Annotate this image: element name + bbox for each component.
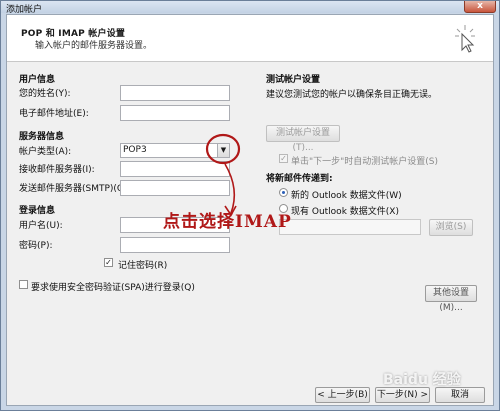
data-file-path-field[interactable] bbox=[279, 219, 421, 235]
new-data-file-radio[interactable] bbox=[279, 188, 288, 197]
add-account-window: 添加帐户 x POP 和 IMAP 帐户设置 输入帐户的邮件服务器设置。 用户信… bbox=[0, 0, 500, 411]
test-account-button[interactable]: 测试帐户设置(T)... bbox=[266, 125, 340, 153]
spa-checkbox[interactable] bbox=[19, 280, 28, 289]
name-field[interactable] bbox=[120, 85, 230, 101]
test-settings-heading: 测试帐户设置 bbox=[266, 75, 321, 85]
test-description: 建议您测试您的帐户以确保条目正确无误。 bbox=[266, 90, 438, 100]
watermark: Baidu 经验 bbox=[383, 372, 461, 388]
outgoing-server-label: 发送邮件服务器(SMTP)(O): bbox=[19, 184, 131, 194]
remember-password-label: 记住密码(R) bbox=[118, 261, 168, 271]
close-icon: x bbox=[477, 1, 483, 11]
account-type-select[interactable]: POP3 ▼ bbox=[120, 143, 230, 158]
login-info-heading: 登录信息 bbox=[19, 206, 56, 216]
next-button[interactable]: 下一步(N) > bbox=[375, 387, 430, 403]
password-label: 密码(P): bbox=[19, 241, 53, 251]
chevron-down-icon[interactable]: ▼ bbox=[217, 144, 229, 157]
account-type-label: 帐户类型(A): bbox=[19, 147, 72, 157]
server-info-heading: 服务器信息 bbox=[19, 132, 65, 142]
incoming-server-label: 接收邮件服务器(I): bbox=[19, 165, 95, 175]
page-subtitle: 输入帐户的邮件服务器设置。 bbox=[35, 41, 153, 51]
email-field[interactable] bbox=[120, 105, 230, 121]
user-info-heading: 用户信息 bbox=[19, 75, 56, 85]
wizard-cursor-icon bbox=[455, 25, 475, 53]
name-label: 您的姓名(Y): bbox=[19, 89, 71, 99]
deliver-heading: 将新邮件传递到: bbox=[266, 174, 333, 184]
username-label: 用户名(U): bbox=[19, 221, 63, 231]
browse-button[interactable]: 浏览(S) bbox=[429, 219, 473, 236]
new-data-file-label: 新的 Outlook 数据文件(W) bbox=[291, 191, 402, 201]
outgoing-server-field[interactable] bbox=[120, 180, 230, 196]
wizard-nav-bar: < 上一步(B) 下一步(N) > 取消 bbox=[7, 387, 493, 405]
incoming-server-field[interactable] bbox=[120, 161, 230, 177]
title-bar: 添加帐户 x bbox=[1, 1, 499, 15]
more-settings-button[interactable]: 其他设置(M)... bbox=[425, 285, 477, 313]
wizard-header: POP 和 IMAP 帐户设置 输入帐户的邮件服务器设置。 bbox=[7, 15, 493, 62]
close-button[interactable]: x bbox=[464, 1, 496, 13]
back-button[interactable]: < 上一步(B) bbox=[315, 387, 370, 403]
existing-data-file-label: 现有 Outlook 数据文件(X) bbox=[291, 207, 399, 217]
remember-password-checkbox[interactable]: ✓ bbox=[104, 258, 113, 267]
auto-test-checkbox[interactable]: ✓ bbox=[279, 154, 288, 163]
account-type-value: POP3 bbox=[123, 145, 147, 155]
auto-test-label: 单击"下一步"时自动测试帐户设置(S) bbox=[291, 157, 439, 167]
cancel-button[interactable]: 取消 bbox=[435, 387, 485, 403]
email-label: 电子邮件地址(E): bbox=[19, 109, 89, 119]
spa-label: 要求使用安全密码验证(SPA)进行登录(Q) bbox=[31, 283, 195, 293]
password-field[interactable] bbox=[120, 237, 230, 253]
annotation-text: 点击选择IMAP bbox=[163, 212, 292, 232]
